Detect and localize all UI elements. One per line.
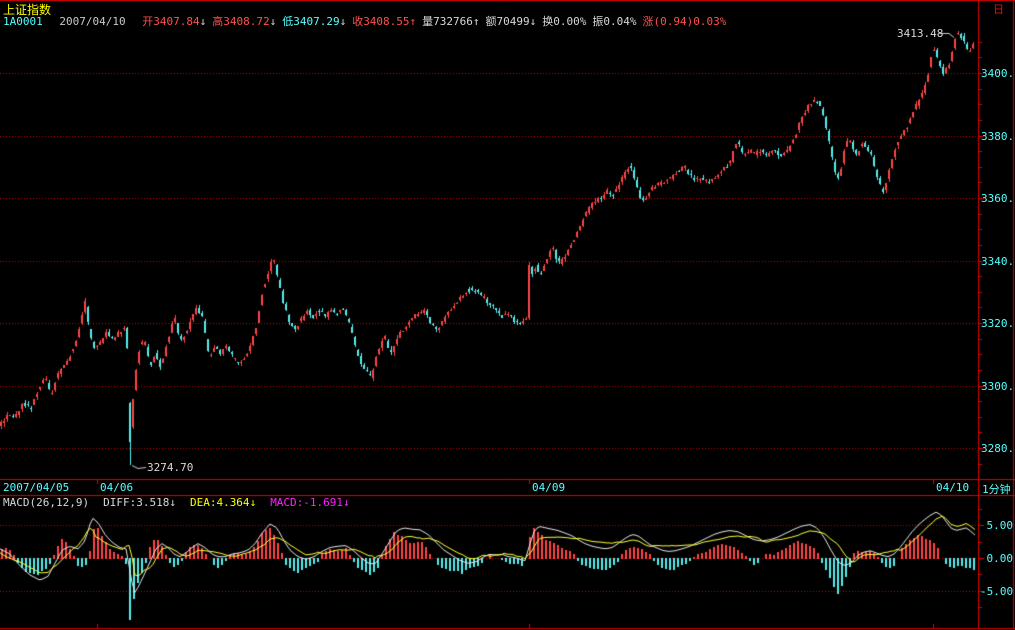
quote-fields: 开3407.84↓高3408.72↓低3407.29↓收3408.55↑量732… [142, 15, 732, 28]
field-value: 732766 [433, 15, 473, 28]
quote-field-额: 额70499↓ [486, 15, 537, 28]
price-axis-label: 3320.00 [981, 317, 1014, 330]
down-arrow-icon: ↓ [270, 15, 277, 28]
price-axis-label: 3360.00 [981, 192, 1014, 205]
down-arrow-icon: ↓ [250, 496, 257, 509]
candlestick-macd-chart-canvas[interactable] [0, 0, 1015, 630]
field-label: 开 [142, 15, 153, 28]
up-arrow-icon: ↑ [410, 15, 417, 28]
down-arrow-icon: ↓ [343, 496, 350, 509]
macd-bar-item-2: DEA:4.364↓ [190, 496, 256, 509]
date-label: 04/10 [936, 481, 969, 494]
quote-field-收: 收3408.55↑ [352, 15, 416, 28]
timeframe-label[interactable]: 1分钟 [982, 481, 1011, 497]
quote-field-开: 开3407.84↓ [142, 15, 206, 28]
price-axis: 3400.00 3380.00 3360.00 3340.00 3320.00 3300.… [980, 0, 1014, 478]
price-axis-label: 3400.00 [981, 67, 1014, 80]
quote-field-高: 高3408.72↓ [212, 15, 276, 28]
price-axis-label: 3380.00 [981, 130, 1014, 143]
field-value: 70499 [497, 15, 530, 28]
field-label: 换 [542, 15, 553, 28]
macd-bar-item-0: MACD(26,12,9) [3, 496, 89, 509]
macd-axis: 5.00 0.00 -5.00 [980, 497, 1014, 617]
macd-axis-label: 5.00 [980, 519, 1013, 532]
price-axis-label: 3280.00 [981, 442, 1014, 455]
field-value: 0.04% [603, 15, 636, 28]
macd-bar-item-1: DIFF:3.518↓ [103, 496, 176, 509]
date-label: 04/09 [532, 481, 565, 494]
macd-item-text: MACD(26,12,9) [3, 496, 89, 509]
field-label: 量 [422, 15, 433, 28]
macd-indicator-bar: MACD(26,12,9)DIFF:3.518↓DEA:4.364↓MACD:-… [3, 497, 364, 509]
stock-code[interactable]: 1A0001 [3, 15, 43, 28]
date-label: 04/06 [100, 481, 133, 494]
field-label: 低 [282, 15, 293, 28]
price-axis-label: 3340.00 [981, 255, 1014, 268]
date-label: 2007/04/05 [3, 481, 69, 494]
macd-item-text: DEA:4.364 [190, 496, 250, 509]
down-arrow-icon: ↓ [200, 15, 207, 28]
field-label: 涨 [643, 15, 654, 28]
macd-item-text: DIFF:3.518 [103, 496, 169, 509]
field-label: 振 [592, 15, 603, 28]
stock-app-window: { "colors": { "bg": "#000000", "frame": … [0, 0, 1015, 630]
field-label: 额 [486, 15, 497, 28]
low-price-annotation: 3274.70 [147, 461, 193, 474]
high-price-annotation: 3413.48 [897, 27, 943, 40]
field-value: 3407.29 [293, 15, 339, 28]
quote-info-bar: 1A0001 2007/04/10 开3407.84↓高3408.72↓低340… [3, 15, 732, 28]
field-value: (0.94)0.03% [654, 15, 727, 28]
down-arrow-icon: ↓ [340, 15, 347, 28]
field-label: 高 [212, 15, 223, 28]
macd-bar-item-3: MACD:-1.691↓ [270, 496, 349, 509]
field-value: 0.00% [553, 15, 586, 28]
quote-field-振: 振0.04% [592, 15, 636, 28]
quote-date: 2007/04/10 [59, 15, 125, 28]
down-arrow-icon: ↓ [169, 496, 176, 509]
field-value: 3408.72 [223, 15, 269, 28]
quote-field-低: 低3407.29↓ [282, 15, 346, 28]
macd-axis-label: -5.00 [980, 585, 1013, 598]
macd-axis-label: 0.00 [980, 552, 1013, 565]
quote-field-量: 量732766↑ [422, 15, 479, 28]
field-label: 收 [352, 15, 363, 28]
quote-field-换: 换0.00% [542, 15, 586, 28]
down-arrow-icon: ↓ [530, 15, 537, 28]
field-value: 3408.55 [363, 15, 409, 28]
macd-item-text: MACD:-1.691 [270, 496, 343, 509]
date-axis: 2007/04/05 04/06 04/09 04/10 [0, 481, 978, 495]
field-value: 3407.84 [153, 15, 199, 28]
quote-field-涨: 涨(0.94)0.03% [643, 15, 727, 28]
price-axis-label: 3300.00 [981, 380, 1014, 393]
up-arrow-icon: ↑ [473, 15, 480, 28]
